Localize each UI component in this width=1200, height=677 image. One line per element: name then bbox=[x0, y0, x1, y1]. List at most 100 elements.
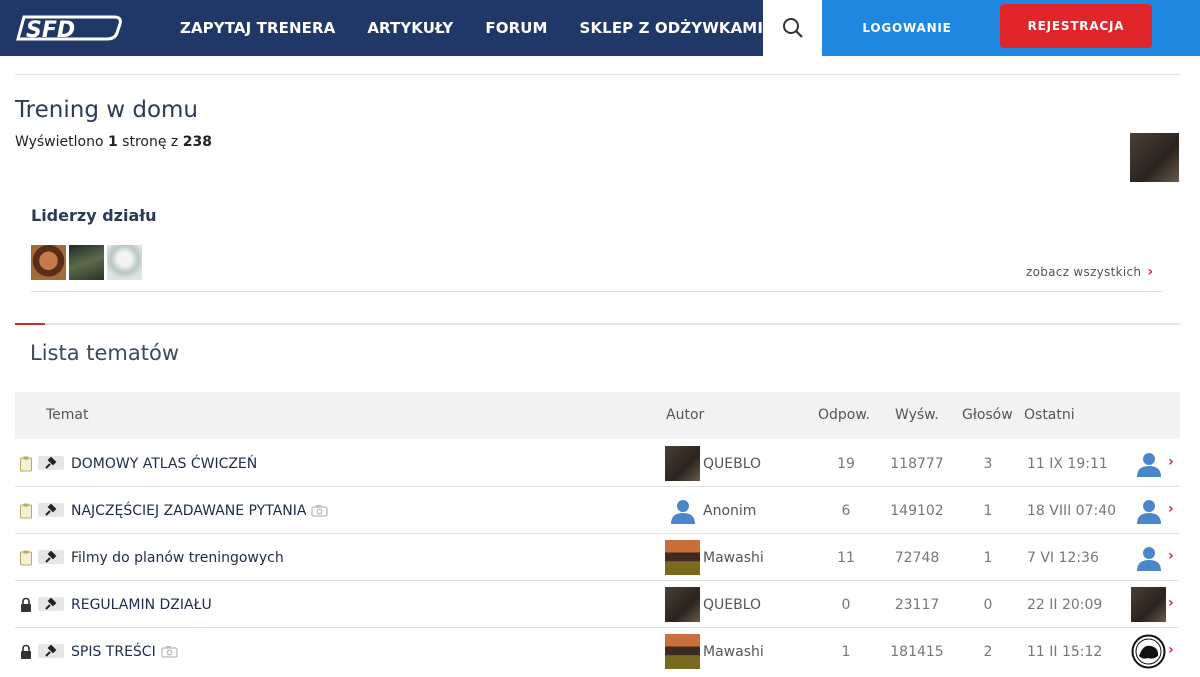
last-poster-avatar[interactable] bbox=[1131, 446, 1166, 481]
avatar[interactable] bbox=[69, 245, 104, 280]
leaders-divider bbox=[31, 291, 1164, 292]
top-navbar: SFD ZAPYTAJ TRENERA ARTYKUŁY FORUM SKLEP… bbox=[0, 0, 1200, 56]
chevron-right-icon[interactable]: › bbox=[1168, 642, 1174, 658]
views-count: 23117 bbox=[894, 596, 940, 613]
pin-icon bbox=[38, 550, 64, 564]
votes-count: 1 bbox=[983, 502, 993, 519]
replies-count: 1 bbox=[841, 643, 851, 660]
pages-info: Wyświetlono 1 stronę z 238 bbox=[15, 134, 212, 150]
votes-count: 1 bbox=[983, 549, 993, 566]
moderator-avatar[interactable] bbox=[1130, 133, 1179, 182]
avatar bbox=[665, 587, 700, 622]
chevron-right-icon[interactable]: › bbox=[1168, 454, 1174, 470]
avatar bbox=[665, 493, 700, 528]
main-nav: ZAPYTAJ TRENERA ARTYKUŁY FORUM SKLEP Z O… bbox=[180, 0, 819, 56]
pages-middle: stronę z bbox=[122, 134, 179, 150]
topic-link[interactable]: SPIS TREŚCI bbox=[71, 628, 178, 675]
views-count: 149102 bbox=[890, 502, 944, 519]
topic-title: NAJCZĘŚCIEJ ZADAWANE PYTANIA bbox=[71, 502, 307, 519]
author-name: Mawashi bbox=[703, 643, 764, 660]
camera-icon bbox=[161, 646, 178, 658]
auth-area: LOGOWANIE REJESTRACJA bbox=[822, 0, 1200, 56]
last-post-date: 11 IX 19:11 bbox=[1027, 455, 1108, 472]
topic-list-title: Lista tematów bbox=[30, 341, 179, 365]
author-cell[interactable]: Mawashi bbox=[665, 534, 764, 581]
clipboard-icon bbox=[20, 456, 32, 472]
views-count: 72748 bbox=[894, 549, 940, 566]
last-poster-avatar[interactable] bbox=[1131, 634, 1166, 669]
last-post-date: 18 VIII 07:40 bbox=[1027, 502, 1117, 519]
nav-forum[interactable]: FORUM bbox=[485, 19, 547, 37]
last-post-date: 7 VI 12:36 bbox=[1027, 549, 1099, 566]
views-count: 181415 bbox=[890, 643, 944, 660]
author-cell[interactable]: Mawashi bbox=[665, 628, 764, 675]
avatar bbox=[665, 446, 700, 481]
topic-link[interactable]: Filmy do planów treningowych bbox=[71, 534, 284, 581]
avatar[interactable] bbox=[31, 245, 66, 280]
clipboard-icon bbox=[20, 550, 32, 566]
status-icons bbox=[19, 644, 64, 660]
nav-shop[interactable]: SKLEP Z ODŻYWKAMI bbox=[579, 19, 788, 37]
last-poster-avatar[interactable] bbox=[1131, 540, 1166, 575]
sfd-logo[interactable]: SFD bbox=[14, 9, 124, 47]
status-icons bbox=[19, 503, 64, 519]
search-button[interactable] bbox=[763, 0, 822, 56]
see-all-label: zobacz wszystkich bbox=[1026, 265, 1142, 279]
views-count: 118777 bbox=[890, 455, 944, 472]
col-last: Ostatni bbox=[1024, 407, 1075, 423]
leader-avatars bbox=[31, 245, 142, 280]
status-icons bbox=[19, 597, 64, 613]
logo-text: SFD bbox=[26, 18, 75, 43]
pages-current: 1 bbox=[107, 134, 118, 150]
breadcrumb-divider bbox=[15, 74, 1180, 75]
pages-total: 238 bbox=[182, 134, 212, 150]
last-poster-avatar[interactable] bbox=[1131, 493, 1166, 528]
nav-label: FORUM bbox=[485, 19, 548, 37]
votes-count: 3 bbox=[983, 455, 993, 472]
topic-title: REGULAMIN DZIAŁU bbox=[71, 596, 212, 613]
table-row: SPIS TREŚCI Mawashi 1 181415 2 11 II 15:… bbox=[15, 628, 1180, 675]
chevron-right-icon[interactable]: › bbox=[1168, 548, 1174, 564]
author-cell[interactable]: Anonim bbox=[665, 487, 756, 534]
col-author: Autor bbox=[666, 407, 705, 423]
table-row: DOMOWY ATLAS ĆWICZEŃ QUEBLO 19 118777 3 … bbox=[15, 440, 1180, 487]
nav-articles[interactable]: ARTYKUŁY bbox=[367, 19, 453, 37]
pin-icon bbox=[38, 597, 64, 611]
pin-icon bbox=[38, 503, 64, 517]
see-all-link[interactable]: zobacz wszystkich › bbox=[1026, 264, 1153, 280]
last-post-date: 11 II 15:12 bbox=[1027, 643, 1103, 660]
chevron-right-icon: › bbox=[1147, 264, 1154, 280]
section-divider bbox=[15, 323, 1180, 325]
avatar bbox=[665, 540, 700, 575]
nav-label: SKLEP Z ODŻYWKAMI bbox=[579, 19, 764, 37]
replies-count: 19 bbox=[837, 455, 855, 472]
author-cell[interactable]: QUEBLO bbox=[665, 581, 761, 628]
replies-count: 6 bbox=[841, 502, 851, 519]
section-accent bbox=[15, 323, 45, 325]
nav-ask-trainer[interactable]: ZAPYTAJ TRENERA bbox=[180, 19, 335, 37]
author-name: Mawashi bbox=[703, 549, 764, 566]
chevron-right-icon[interactable]: › bbox=[1168, 595, 1174, 611]
lock-icon bbox=[21, 597, 31, 612]
register-button[interactable]: REJESTRACJA bbox=[1000, 4, 1152, 48]
col-votes: Głosów bbox=[962, 407, 1013, 423]
topic-link[interactable]: NAJCZĘŚCIEJ ZADAWANE PYTANIA bbox=[71, 487, 329, 534]
avatar[interactable] bbox=[107, 245, 142, 280]
user-icon bbox=[1136, 546, 1161, 571]
avatar bbox=[665, 634, 700, 669]
topic-link[interactable]: DOMOWY ATLAS ĆWICZEŃ bbox=[71, 440, 257, 487]
author-cell[interactable]: QUEBLO bbox=[665, 440, 761, 487]
page-title: Trening w domu bbox=[15, 97, 199, 123]
last-poster-avatar[interactable] bbox=[1131, 587, 1166, 622]
pages-prefix: Wyświetlono bbox=[15, 134, 104, 150]
topic-link[interactable]: REGULAMIN DZIAŁU bbox=[71, 581, 212, 628]
author-name: QUEBLO bbox=[703, 596, 762, 613]
topic-title: SPIS TREŚCI bbox=[71, 643, 156, 660]
votes-count: 0 bbox=[983, 596, 993, 613]
table-row: NAJCZĘŚCIEJ ZADAWANE PYTANIA Anonim 6 14… bbox=[15, 487, 1180, 534]
clipboard-icon bbox=[20, 503, 32, 519]
chevron-right-icon[interactable]: › bbox=[1168, 501, 1174, 517]
replies-count: 11 bbox=[837, 549, 855, 566]
login-button[interactable]: LOGOWANIE bbox=[822, 0, 992, 56]
status-icons bbox=[19, 550, 64, 566]
